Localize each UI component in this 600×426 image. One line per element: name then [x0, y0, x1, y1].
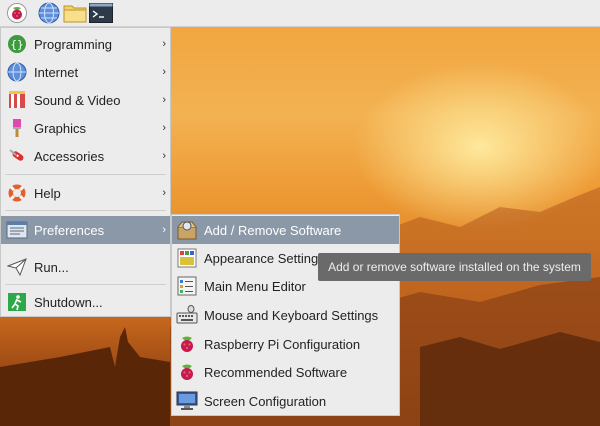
- submenu-item-label: Raspberry Pi Configuration: [204, 336, 361, 352]
- submenu-item-label: Main Menu Editor: [204, 278, 306, 294]
- submenu-item-label: Appearance Settings: [204, 250, 325, 266]
- preferences-icon: [6, 219, 28, 241]
- submenu-arrow-icon: ›: [162, 224, 166, 236]
- menu-item-run[interactable]: Run...: [1, 253, 170, 281]
- submenu-arrow-icon: ›: [162, 187, 166, 199]
- menu-item-graphics[interactable]: Graphics ›: [1, 114, 170, 142]
- terminal-launcher[interactable]: [88, 0, 114, 26]
- menu-item-label: Accessories: [34, 148, 105, 164]
- lifebuoy-icon: [6, 182, 28, 204]
- menu-item-help[interactable]: Help ›: [1, 179, 170, 207]
- submenu-item-recommended-software[interactable]: Recommended Software: [172, 358, 399, 386]
- submenu-arrow-icon: ›: [162, 38, 166, 50]
- submenu-item-raspberry-pi-configuration[interactable]: Raspberry Pi Configuration: [172, 330, 399, 358]
- menu-item-shutdown[interactable]: Shutdown...: [1, 288, 170, 316]
- monitor-icon: [176, 390, 198, 412]
- menu-item-label: Sound & Video: [34, 92, 121, 108]
- paintbrush-icon: [6, 117, 28, 139]
- submenu-arrow-icon: ›: [162, 66, 166, 78]
- submenu-item-label: Screen Configuration: [204, 393, 327, 409]
- raspberry-icon: [7, 3, 27, 23]
- submenu-arrow-icon: ›: [162, 122, 166, 134]
- submenu-item-add-remove-software[interactable]: Add / Remove Software: [172, 216, 399, 244]
- swiss-knife-icon: [6, 145, 28, 167]
- menu-item-label: Internet: [34, 64, 79, 80]
- submenu-item-label: Mouse and Keyboard Settings: [204, 307, 379, 323]
- submenu-item-label: Recommended Software: [204, 364, 348, 380]
- submenu-arrow-icon: ›: [162, 94, 166, 106]
- menu-item-label: Help: [34, 185, 61, 201]
- programming-icon: {}: [6, 33, 28, 55]
- browser-launcher[interactable]: [36, 0, 62, 26]
- submenu-item-label: Add / Remove Software: [204, 222, 342, 238]
- package-icon: [176, 219, 198, 241]
- menu-editor-icon: [176, 275, 198, 297]
- raspberry-icon: [176, 333, 198, 355]
- menu-separator: [5, 174, 166, 175]
- menu-item-label: Programming: [34, 36, 113, 52]
- exit-icon: [6, 291, 28, 313]
- paper-plane-icon: [6, 256, 28, 278]
- submenu-item-screen-configuration[interactable]: Screen Configuration: [172, 387, 399, 415]
- svg-text:{}: {}: [10, 38, 23, 51]
- menu-item-label: Preferences: [34, 222, 105, 238]
- raspberry-icon: [176, 361, 198, 383]
- menu-item-programming[interactable]: {} Programming ›: [1, 30, 170, 58]
- globe-icon: [6, 61, 28, 83]
- preferences-submenu: Add / Remove Software Appearance Setting…: [171, 214, 400, 416]
- appearance-icon: [176, 247, 198, 269]
- globe-icon: [38, 2, 60, 24]
- menu-separator: [5, 284, 166, 285]
- menu-item-label: Run...: [34, 259, 69, 275]
- menu-item-label: Shutdown...: [34, 294, 103, 310]
- tooltip: Add or remove software installed on the …: [318, 253, 591, 281]
- application-menu: {} Programming › Internet › Sound & Vide…: [0, 27, 171, 317]
- submenu-arrow-icon: ›: [162, 150, 166, 162]
- menu-item-sound-video[interactable]: Sound & Video ›: [1, 86, 170, 114]
- submenu-item-mouse-keyboard-settings[interactable]: Mouse and Keyboard Settings: [172, 301, 399, 329]
- menu-item-preferences[interactable]: Preferences ›: [1, 216, 170, 244]
- top-panel: [0, 0, 600, 27]
- menu-button[interactable]: [4, 0, 30, 26]
- menu-item-label: Graphics: [34, 120, 87, 136]
- folder-icon: [63, 5, 87, 23]
- menu-item-accessories[interactable]: Accessories ›: [1, 142, 170, 170]
- file-manager-launcher[interactable]: [62, 0, 88, 26]
- keyboard-icon: [176, 304, 198, 326]
- menu-item-internet[interactable]: Internet ›: [1, 58, 170, 86]
- menu-separator: [5, 210, 166, 211]
- terminal-icon: [89, 3, 113, 23]
- video-icon: [6, 89, 28, 111]
